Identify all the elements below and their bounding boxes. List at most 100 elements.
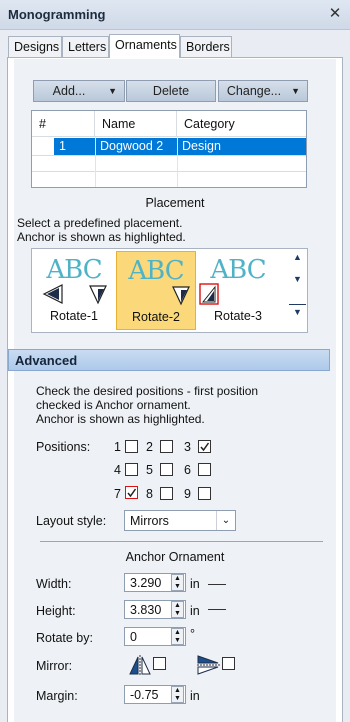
width-value: 3.290: [130, 576, 162, 590]
scroll-up-icon[interactable]: ▲: [289, 250, 306, 264]
checkmark-icon: [127, 488, 137, 498]
position-9-checkbox[interactable]: [198, 487, 211, 500]
placement-option-label: Rotate-3: [214, 309, 262, 323]
advanced-header-label: Advanced: [15, 353, 78, 368]
height-icon: [208, 609, 226, 610]
position-number: 5: [146, 463, 153, 477]
tab-letters[interactable]: Letters: [62, 36, 109, 58]
advanced-header[interactable]: Advanced: [8, 349, 330, 371]
scroll-down-icon[interactable]: ▼: [289, 272, 306, 286]
spin-arrows-icon[interactable]: ▲ ▼: [171, 686, 184, 703]
mirror-horizontal-icon: [129, 655, 151, 675]
width-label: Width:: [36, 577, 72, 591]
advanced-instructions-3: Anchor is shown as highlighted.: [36, 412, 205, 426]
width-icon: [208, 584, 226, 585]
positions-label: Positions:: [36, 440, 91, 454]
placement-instructions-2: Anchor is shown as highlighted.: [17, 230, 186, 244]
title-bar: Monogramming ✕: [0, 0, 350, 30]
tab-ornaments[interactable]: Ornaments: [109, 34, 180, 58]
rotate-unit: °: [190, 627, 195, 641]
row-divider: [32, 171, 306, 172]
chevron-down-icon: ▼: [108, 86, 117, 96]
rotate-field[interactable]: 0 ▲ ▼: [124, 627, 186, 646]
delete-button[interactable]: Delete: [126, 80, 216, 102]
header-divider: [32, 136, 306, 137]
tab-borders[interactable]: Borders: [180, 36, 232, 58]
add-button[interactable]: Add... ▼: [33, 80, 125, 102]
position-4-checkbox[interactable]: [125, 463, 138, 476]
section-divider: [40, 541, 323, 542]
position-number: 1: [114, 440, 121, 454]
placement-heading: Placement: [145, 196, 205, 210]
row-name: Dogwood 2: [100, 139, 164, 153]
placement-option-label: Rotate-2: [132, 310, 180, 324]
ornament-table[interactable]: # Name Category 1 Dogwood 2 Design: [31, 110, 307, 188]
margin-field[interactable]: -0.75 ▲ ▼: [124, 685, 186, 704]
placement-option-rotate-2[interactable]: ABC Rotate-2: [116, 251, 196, 330]
position-7-checkbox[interactable]: [125, 486, 138, 499]
tab-designs[interactable]: Designs: [8, 36, 62, 58]
scroll-expand-icon[interactable]: ▼: [289, 304, 306, 318]
position-number: 9: [184, 487, 191, 501]
delete-button-label: Delete: [152, 84, 190, 98]
row-category: Design: [182, 139, 221, 153]
position-1-checkbox[interactable]: [125, 440, 138, 453]
column-header-category[interactable]: Category: [177, 111, 306, 137]
column-divider: [95, 137, 96, 187]
position-number: 3: [184, 440, 191, 454]
position-number: 2: [146, 440, 153, 454]
position-5-checkbox[interactable]: [160, 463, 173, 476]
close-icon[interactable]: ✕: [326, 5, 344, 23]
placement-option-rotate-3[interactable]: ABC Rotate-3: [198, 251, 278, 330]
layout-style-select[interactable]: Mirrors ⌄: [124, 510, 236, 531]
height-value: 3.830: [130, 603, 162, 617]
column-divider: [177, 137, 178, 187]
placement-gallery[interactable]: ABC Rotate-1 ABC Rotate-2 ABC Rotate-3: [31, 248, 308, 333]
height-label: Height:: [36, 604, 76, 618]
spin-arrows-icon[interactable]: ▲ ▼: [171, 601, 184, 618]
tab-strip: Designs Letters Ornaments Borders: [0, 30, 350, 58]
advanced-instructions-2: checked is Anchor ornament.: [36, 398, 191, 412]
table-row[interactable]: 1 Dogwood 2 Design: [54, 138, 306, 155]
spin-arrows-icon[interactable]: ▲ ▼: [171, 574, 184, 591]
anchor-heading: Anchor Ornament: [125, 550, 225, 564]
column-header-number[interactable]: #: [32, 111, 95, 137]
change-button[interactable]: Change... ▼: [218, 80, 308, 102]
position-8-checkbox[interactable]: [160, 487, 173, 500]
margin-label: Margin:: [36, 689, 78, 703]
column-header-name[interactable]: Name: [95, 111, 177, 137]
rotate-label: Rotate by:: [36, 631, 93, 645]
position-3-checkbox[interactable]: [198, 440, 211, 453]
rotate-value: 0: [130, 630, 137, 644]
position-2-checkbox[interactable]: [160, 440, 173, 453]
preview-abc-text: ABC: [128, 256, 184, 286]
margin-value: -0.75: [130, 688, 159, 702]
gallery-scrollbar[interactable]: ▲ ▼ ▼: [289, 250, 306, 331]
advanced-instructions-1: Check the desired positions - first posi…: [36, 384, 259, 398]
position-number: 6: [184, 463, 191, 477]
position-number: 4: [114, 463, 121, 477]
placement-option-rotate-1[interactable]: ABC Rotate-1: [34, 251, 114, 330]
layout-style-value: Mirrors: [130, 514, 169, 528]
chevron-down-icon: ⌄: [216, 511, 235, 530]
height-unit: in: [190, 604, 200, 618]
position-6-checkbox[interactable]: [198, 463, 211, 476]
layout-style-label: Layout style:: [36, 514, 107, 528]
width-field[interactable]: 3.290 ▲ ▼: [124, 573, 186, 592]
change-button-label: Change...: [226, 84, 282, 98]
mirror-vertical-checkbox[interactable]: [222, 657, 235, 670]
spin-arrows-icon[interactable]: ▲ ▼: [171, 628, 184, 645]
placement-option-label: Rotate-1: [50, 309, 98, 323]
preview-abc-text: ABC: [210, 255, 266, 285]
ornament-preview-icon: [172, 286, 190, 306]
mirror-vertical-icon: [197, 655, 220, 675]
preview-abc-text: ABC: [46, 255, 102, 285]
row-divider: [32, 155, 306, 156]
position-number: 8: [146, 487, 153, 501]
mirror-horizontal-checkbox[interactable]: [153, 657, 166, 670]
placement-instructions-1: Select a predefined placement.: [17, 216, 183, 230]
height-field[interactable]: 3.830 ▲ ▼: [124, 600, 186, 619]
position-number: 7: [114, 487, 121, 501]
add-button-label: Add...: [52, 84, 86, 98]
chevron-down-icon: ▼: [291, 86, 300, 96]
